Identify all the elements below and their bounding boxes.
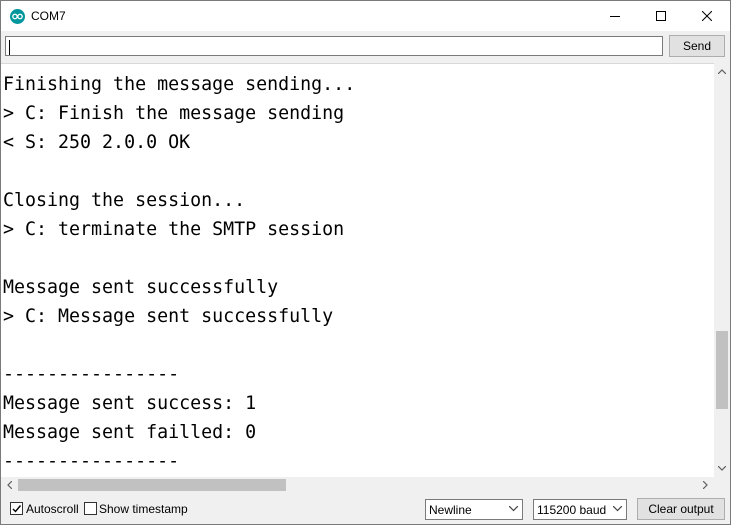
status-bar: Autoscroll Show timestamp Newline 115200… — [1, 493, 730, 524]
send-toolbar: Send — [1, 31, 730, 63]
chevron-right-icon — [703, 481, 708, 489]
baud-rate-value: 115200 baud — [537, 503, 607, 517]
scroll-left-button[interactable] — [1, 477, 18, 493]
console-line: Finishing the message sending... — [3, 74, 356, 95]
console-line: Message sent failled: 0 — [3, 422, 257, 443]
show-timestamp-checkbox[interactable] — [84, 502, 97, 515]
chevron-down-icon — [509, 506, 518, 512]
autoscroll-label[interactable]: Autoscroll — [26, 502, 79, 516]
minimize-icon — [610, 16, 620, 17]
scroll-down-button[interactable] — [714, 460, 730, 477]
serial-output[interactable]: Finishing the message sending... > C: Fin… — [1, 63, 714, 478]
chevron-left-icon — [7, 481, 12, 489]
scroll-up-button[interactable] — [714, 63, 730, 80]
console-line: > C: Message sent successfully — [3, 306, 334, 327]
vertical-scroll-thumb[interactable] — [716, 331, 728, 409]
console-line: ---------------- — [3, 364, 180, 385]
text-caret — [9, 40, 10, 55]
line-ending-select[interactable]: Newline — [425, 499, 523, 520]
arduino-icon — [10, 9, 25, 24]
minimize-button[interactable] — [592, 1, 638, 31]
clear-output-button[interactable]: Clear output — [637, 498, 725, 520]
serial-monitor-window: COM7 Send Finishing the message sending.… — [0, 0, 731, 525]
scrollbar-corner — [714, 477, 730, 493]
vertical-scrollbar[interactable] — [714, 63, 730, 477]
serial-input[interactable] — [5, 36, 663, 56]
autoscroll-checkbox[interactable] — [10, 502, 23, 515]
window-title: COM7 — [31, 9, 66, 23]
close-icon — [702, 11, 712, 21]
console-line: > C: Finish the message sending — [3, 103, 345, 124]
console-line: ---------------- — [3, 451, 180, 472]
line-ending-value: Newline — [429, 503, 472, 517]
horizontal-scroll-thumb[interactable] — [18, 479, 286, 491]
horizontal-scrollbar[interactable] — [1, 477, 714, 493]
console-line: Message sent successfully — [3, 277, 279, 298]
baud-rate-select[interactable]: 115200 baud — [533, 499, 627, 520]
chevron-up-icon — [718, 69, 726, 74]
console-line: Closing the session... — [3, 190, 246, 211]
scroll-right-button[interactable] — [697, 477, 714, 493]
maximize-icon — [656, 11, 666, 21]
close-button[interactable] — [684, 1, 730, 31]
maximize-button[interactable] — [638, 1, 684, 31]
title-bar: COM7 — [1, 1, 730, 31]
console-line: Message sent success: 1 — [3, 393, 257, 414]
checkmark-icon — [12, 505, 22, 513]
send-button[interactable]: Send — [669, 35, 725, 57]
console-line: > C: terminate the SMTP session — [3, 219, 345, 240]
chevron-down-icon — [613, 506, 622, 512]
chevron-down-icon — [718, 466, 726, 471]
show-timestamp-label[interactable]: Show timestamp — [99, 502, 188, 516]
console-line: < S: 250 2.0.0 OK — [3, 132, 191, 153]
output-lines: Finishing the message sending... > C: Fin… — [3, 70, 355, 476]
